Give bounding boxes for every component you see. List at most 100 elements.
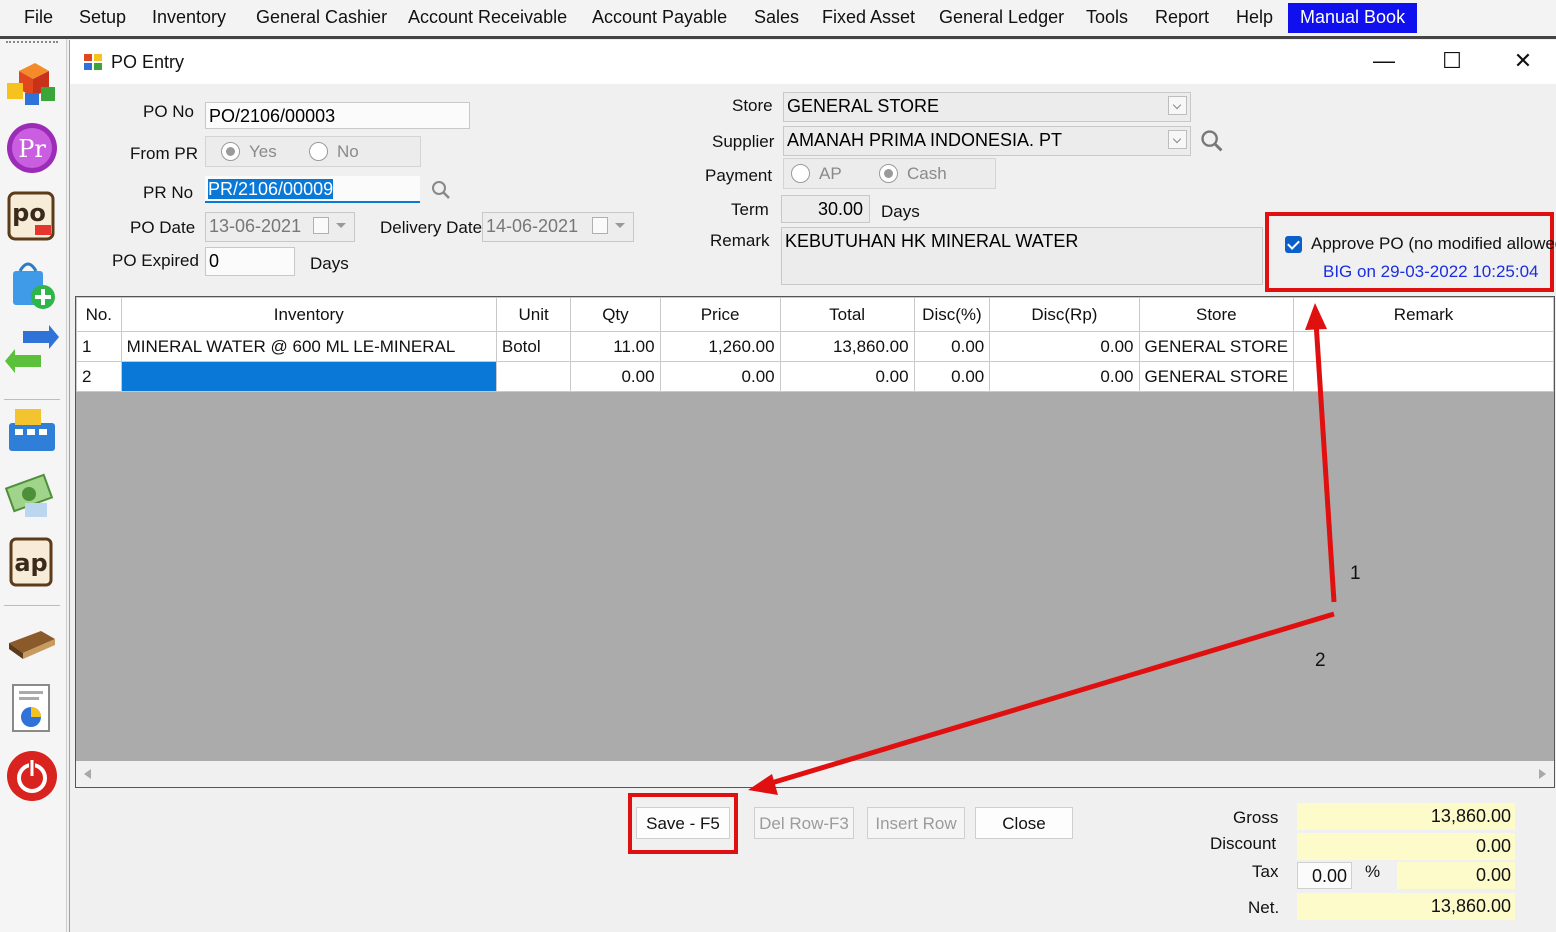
cell-price[interactable]: 1,260.00 [659, 331, 781, 362]
close-window-button[interactable]: ✕ [1503, 48, 1543, 76]
insert-row-button[interactable]: Insert Row [867, 807, 965, 839]
approve-info: BIG on 29-03-2022 10:25:04 [1323, 262, 1539, 281]
menu-general-cashier[interactable]: General Cashier [256, 7, 387, 28]
tax-value: 0.00 [1397, 862, 1515, 889]
col-disc-pct[interactable]: Disc(%) [913, 297, 991, 332]
table-row[interactable]: 1 MINERAL WATER @ 600 ML LE-MINERAL Boto… [76, 331, 1554, 362]
col-no[interactable]: No. [76, 297, 122, 332]
supplier-search-icon[interactable] [1199, 128, 1225, 154]
from-pr-no-radio[interactable]: No [309, 142, 359, 162]
menu-help[interactable]: Help [1236, 7, 1273, 28]
remark-field[interactable]: KEBUTUHAN HK MINERAL WATER [781, 227, 1263, 285]
maximize-button[interactable]: ☐ [1432, 48, 1472, 76]
cell-disc-rp[interactable]: 0.00 [989, 361, 1140, 392]
po-icon[interactable]: po [5, 189, 59, 243]
col-qty[interactable]: Qty [570, 297, 661, 332]
cell-total[interactable]: 13,860.00 [779, 331, 915, 362]
book-icon[interactable] [5, 613, 59, 667]
close-button[interactable]: Close [975, 807, 1073, 839]
scroll-right-icon[interactable] [1539, 769, 1546, 779]
money-icon[interactable] [5, 467, 59, 521]
cell-inventory[interactable] [120, 361, 497, 392]
report-chart-icon[interactable] [5, 681, 59, 735]
pr-no-field[interactable]: PR/2106/00009 [205, 176, 420, 203]
ap-icon[interactable]: ap [5, 535, 59, 589]
power-icon[interactable] [5, 749, 59, 803]
cell-store[interactable]: GENERAL STORE [1138, 361, 1295, 392]
payment-label: Payment [705, 166, 773, 185]
menu-tools[interactable]: Tools [1086, 7, 1128, 28]
cash-register-icon[interactable] [5, 403, 59, 457]
cell-remark[interactable] [1293, 331, 1554, 362]
col-remark[interactable]: Remark [1293, 297, 1554, 332]
discount-value[interactable]: 0.00 [1297, 833, 1515, 860]
remark-label: Remark [710, 231, 770, 250]
tax-pct-symbol: % [1365, 862, 1381, 881]
term-label: Term [731, 200, 769, 219]
from-pr-yes-radio[interactable]: Yes [221, 142, 277, 162]
supplier-combo[interactable]: AMANAH PRIMA INDONESIA. PT [783, 126, 1191, 156]
cell-store[interactable]: GENERAL STORE [1138, 331, 1295, 362]
menu-fixed-asset[interactable]: Fixed Asset [822, 7, 915, 28]
payment-ap-radio[interactable]: AP [791, 164, 842, 184]
term-field[interactable]: 30.00 [781, 195, 870, 223]
col-store[interactable]: Store [1138, 297, 1295, 332]
payment-cash-radio[interactable]: Cash [879, 164, 947, 184]
col-price[interactable]: Price [659, 297, 781, 332]
scroll-left-icon[interactable] [84, 769, 91, 779]
menu-account-receivable[interactable]: Account Receivable [408, 7, 567, 28]
cell-unit[interactable] [495, 361, 572, 392]
po-date-picker[interactable]: 13-06-2021 [205, 212, 355, 242]
menu-manual-book[interactable]: Manual Book [1288, 3, 1418, 33]
from-pr-label: From PR [130, 144, 198, 163]
cell-disc-rp[interactable]: 0.00 [989, 331, 1140, 362]
menu-account-payable[interactable]: Account Payable [592, 7, 727, 28]
pr-search-icon[interactable] [430, 179, 452, 201]
cell-price[interactable]: 0.00 [659, 361, 781, 392]
packages-icon[interactable] [5, 53, 59, 107]
cell-inventory[interactable]: MINERAL WATER @ 600 ML LE-MINERAL [120, 331, 497, 362]
col-inventory[interactable]: Inventory [120, 297, 497, 332]
del-row-button[interactable]: Del Row-F3 [754, 807, 854, 839]
col-total[interactable]: Total [779, 297, 915, 332]
menu-sales[interactable]: Sales [754, 7, 799, 28]
cell-no[interactable]: 1 [76, 331, 122, 362]
menu-general-ledger[interactable]: General Ledger [939, 7, 1064, 28]
transfer-arrows-icon[interactable] [5, 325, 59, 379]
shopping-bag-add-icon[interactable] [5, 257, 59, 311]
store-combo[interactable]: GENERAL STORE [783, 92, 1191, 122]
menu-inventory[interactable]: Inventory [152, 7, 226, 28]
menu-setup[interactable]: Setup [79, 7, 126, 28]
cell-total[interactable]: 0.00 [779, 361, 915, 392]
cell-remark[interactable] [1293, 361, 1554, 392]
chevron-down-icon[interactable] [1168, 96, 1187, 115]
approve-po-checkbox[interactable] [1285, 236, 1302, 253]
pr-icon[interactable]: Pr [5, 121, 59, 175]
cell-disc-pct[interactable]: 0.00 [913, 331, 991, 362]
menu-file[interactable]: File [24, 7, 53, 28]
window-title: PO Entry [111, 52, 185, 72]
col-unit[interactable]: Unit [495, 297, 572, 332]
supplier-value: AMANAH PRIMA INDONESIA. PT [787, 130, 1063, 150]
cell-unit[interactable]: Botol [495, 331, 572, 362]
chevron-down-icon [615, 223, 625, 228]
cell-qty[interactable]: 0.00 [570, 361, 661, 392]
cell-qty[interactable]: 11.00 [570, 331, 661, 362]
table-row[interactable]: 2 0.00 0.00 0.00 0.00 0.00 GENERAL STORE [76, 361, 1554, 392]
discount-label: Discount [1210, 834, 1277, 853]
po-no-field[interactable]: PO/2106/00003 [205, 102, 470, 129]
minimize-button[interactable]: — [1364, 48, 1404, 76]
cell-no[interactable]: 2 [76, 361, 122, 392]
annotation-step-1: 1 [1350, 563, 1361, 584]
po-expired-field[interactable]: 0 [205, 247, 295, 276]
menu-report[interactable]: Report [1155, 7, 1209, 28]
po-items-table: No. Inventory Unit Qty Price Total Disc(… [76, 297, 1554, 392]
calendar-icon [592, 217, 608, 234]
horizontal-scrollbar[interactable] [76, 761, 1554, 787]
cell-disc-pct[interactable]: 0.00 [913, 361, 991, 392]
delivery-date-picker[interactable]: 14-06-2021 [482, 212, 634, 242]
col-disc-rp[interactable]: Disc(Rp) [989, 297, 1140, 332]
pr-no-label: PR No [143, 183, 194, 202]
tax-pct-field[interactable]: 0.00 [1297, 862, 1352, 889]
chevron-down-icon[interactable] [1168, 130, 1187, 149]
